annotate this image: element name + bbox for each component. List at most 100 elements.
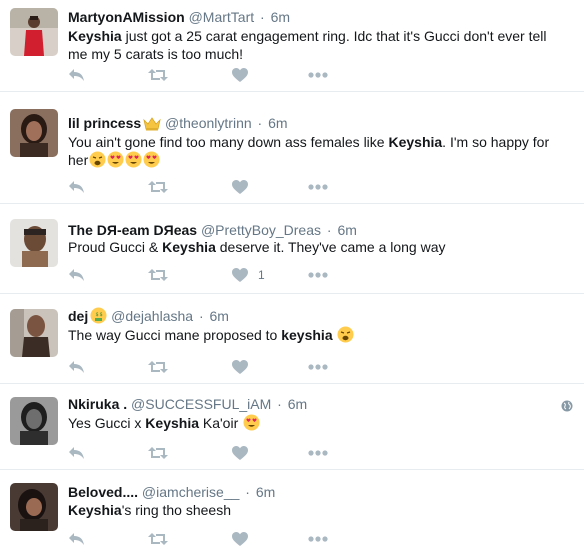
retweet-button[interactable] [148,444,168,462]
timestamp[interactable]: 6m [288,396,307,412]
retweet-button[interactable] [148,178,168,196]
more-dots-icon [308,450,328,456]
more-dots-icon [308,272,328,278]
retweet-icon [148,68,168,82]
svg-text:$: $ [100,312,103,318]
tweet-text-part: 's ring tho sheesh [121,502,231,518]
avatar[interactable] [10,483,58,531]
timestamp[interactable]: 6m [210,308,229,324]
tweet-header: Beloved.... @iamcherise__ · 6m [68,483,275,501]
more-dots-icon [308,364,328,370]
user-handle[interactable]: @theonlytrinn [165,115,252,131]
retweet-icon [148,268,168,282]
retweet-icon [148,532,168,546]
reply-button[interactable] [68,66,85,84]
like-button[interactable] [232,530,248,548]
tweet-header: lil princess @theonlytrinn · 6m [68,114,288,135]
reply-button[interactable] [68,530,85,548]
heart-icon [232,180,248,194]
tweet-text-part: just got a 25 carat engagement ring. Idc… [68,28,547,62]
money-mouth-face-icon: $ $ [90,307,107,328]
reply-button[interactable] [68,358,85,376]
display-name[interactable]: Beloved.... [68,484,138,500]
user-handle[interactable]: @MartTart [189,9,255,25]
user-handle[interactable]: @iamcherise__ [142,484,239,500]
like-button[interactable] [232,178,248,196]
tweet-header: Nkiruka . @SUCCESSFUL_iAM · 6m [68,395,307,413]
reply-button[interactable] [68,266,85,284]
more-options-button[interactable] [308,444,328,462]
more-options-button[interactable] [308,266,328,284]
tweet-item[interactable]: dej $ $ @dejahlasha · 6m The way Gucci man… [0,295,584,384]
display-name[interactable]: The DЯ-eam DЯeas [68,222,197,238]
retweet-button[interactable] [148,66,168,84]
heart-eyes-face-icon [243,414,260,431]
tweet-item[interactable]: Beloved.... @iamcherise__ · 6m Keyshia's… [0,471,584,554]
display-name[interactable]: lil princess [68,115,141,131]
tweet-text: Yes Gucci x Keyshia Ka'oir [68,414,568,432]
more-dots-icon [308,184,328,190]
tweet-text: Proud Gucci & Keyshia deserve it. They'v… [68,238,568,256]
keyword-highlight: Keyshia [388,134,443,150]
reply-button[interactable] [68,444,85,462]
avatar[interactable] [10,397,58,445]
heart-icon [232,68,248,82]
reply-button[interactable] [68,178,85,196]
user-handle[interactable]: @dejahlasha [111,308,193,324]
timestamp[interactable]: 6m [268,115,287,131]
user-handle[interactable]: @PrettyBoy_Dreas [201,222,321,238]
tweet-text-part: You ain't gone find too many down ass fe… [68,134,389,150]
retweet-button[interactable] [148,530,168,548]
keyword-highlight: Keyshia [68,502,122,518]
retweet-button[interactable] [148,266,168,284]
reply-icon [68,180,85,194]
tweet-text-part: deserve it. They've came a long way [215,239,446,255]
keyword-highlight: keyshia [281,327,333,343]
tweet-item[interactable]: MartyonAMission @MartTart · 6m Keyshia j… [0,0,584,92]
like-button[interactable] [232,66,248,84]
more-options-button[interactable] [308,178,328,196]
separator: · [260,9,265,25]
heart-eyes-face-icon [125,151,142,168]
tweet-item[interactable]: Nkiruka . @SUCCESSFUL_iAM · 6m Yes Gucci… [0,385,584,470]
tweet-header: The DЯ-eam DЯeas @PrettyBoy_Dreas · 6m [68,221,357,239]
retweet-button[interactable] [148,358,168,376]
timestamp[interactable]: 6m [337,222,356,238]
display-name[interactable]: dej [68,308,88,324]
keyword-highlight: Keyshia [145,415,199,431]
like-button[interactable] [232,358,248,376]
more-options-button[interactable] [308,358,328,376]
tweet-header: dej $ $ @dejahlasha · 6m [68,307,229,328]
tweet-text: You ain't gone find too many down ass fe… [68,133,568,169]
like-button[interactable] [232,444,248,462]
heart-icon [232,360,248,374]
tweet-text-part: The way Gucci mane proposed to [68,327,282,343]
timestamp[interactable]: 6m [256,484,275,500]
heart-icon [232,532,248,546]
display-name[interactable]: MartyonAMission [68,9,185,25]
tweet-text: The way Gucci mane proposed to keyshia [68,326,568,344]
tweet-text-part: Yes Gucci x [68,415,146,431]
reply-icon [68,68,85,82]
user-handle[interactable]: @SUCCESSFUL_iAM [131,396,271,412]
avatar[interactable] [10,219,58,267]
avatar[interactable] [10,109,58,157]
heart-eyes-face-icon [143,151,160,168]
avatar[interactable] [10,8,58,56]
tweet-item[interactable]: The DЯ-eam DЯeas @PrettyBoy_Dreas · 6m P… [0,205,584,294]
avatar[interactable] [10,309,58,357]
timestamp[interactable]: 6m [271,9,290,25]
reply-icon [68,532,85,546]
tweet-item[interactable]: lil princess @theonlytrinn · 6m You ain'… [0,93,584,204]
keyword-highlight: Keyshia [68,28,122,44]
separator: · [198,308,204,324]
display-name[interactable]: Nkiruka . [68,396,127,412]
more-options-button[interactable] [308,530,328,548]
more-options-button[interactable] [308,66,328,84]
like-button[interactable]: 1 [232,266,265,284]
like-count: 1 [258,268,265,282]
retweet-icon [148,360,168,374]
weary-face-icon [337,326,354,343]
reply-icon [68,446,85,460]
reply-icon [68,360,85,374]
